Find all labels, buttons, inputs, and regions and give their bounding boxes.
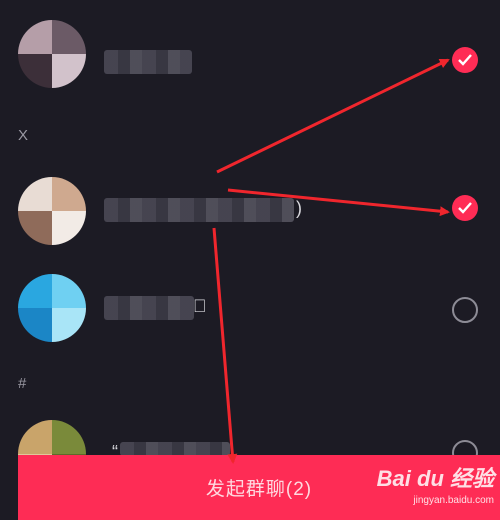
unselected-checkbox[interactable] <box>452 297 478 323</box>
contact-name-tail: 𡉺 <box>193 296 207 316</box>
section-header-hash: # <box>18 375 27 392</box>
baidu-jingyan-logo: Bai du 经验 <box>376 466 494 491</box>
selected-checkbox[interactable] <box>452 47 478 73</box>
contact-name-blurred <box>104 50 192 74</box>
watermark-url: jingyan.baidu.com <box>413 495 494 506</box>
arrow-to-button <box>212 227 238 464</box>
contact-name-blurred <box>104 296 194 320</box>
check-icon <box>458 54 472 66</box>
avatar <box>18 20 86 88</box>
contact-name-tail: ) <box>296 198 302 218</box>
arrow-to-first-check <box>216 58 450 174</box>
avatar <box>18 177 86 245</box>
selected-checkbox[interactable] <box>452 195 478 221</box>
section-header-x: X <box>18 127 29 144</box>
contact-name-blurred <box>104 198 294 222</box>
contact-name-blurred <box>120 442 230 456</box>
start-group-chat-label: 发起群聊(2) <box>205 479 313 500</box>
watermark: Bai du 经验 jingyan.baidu.com <box>377 461 494 506</box>
avatar <box>18 274 86 342</box>
check-icon <box>458 202 472 214</box>
